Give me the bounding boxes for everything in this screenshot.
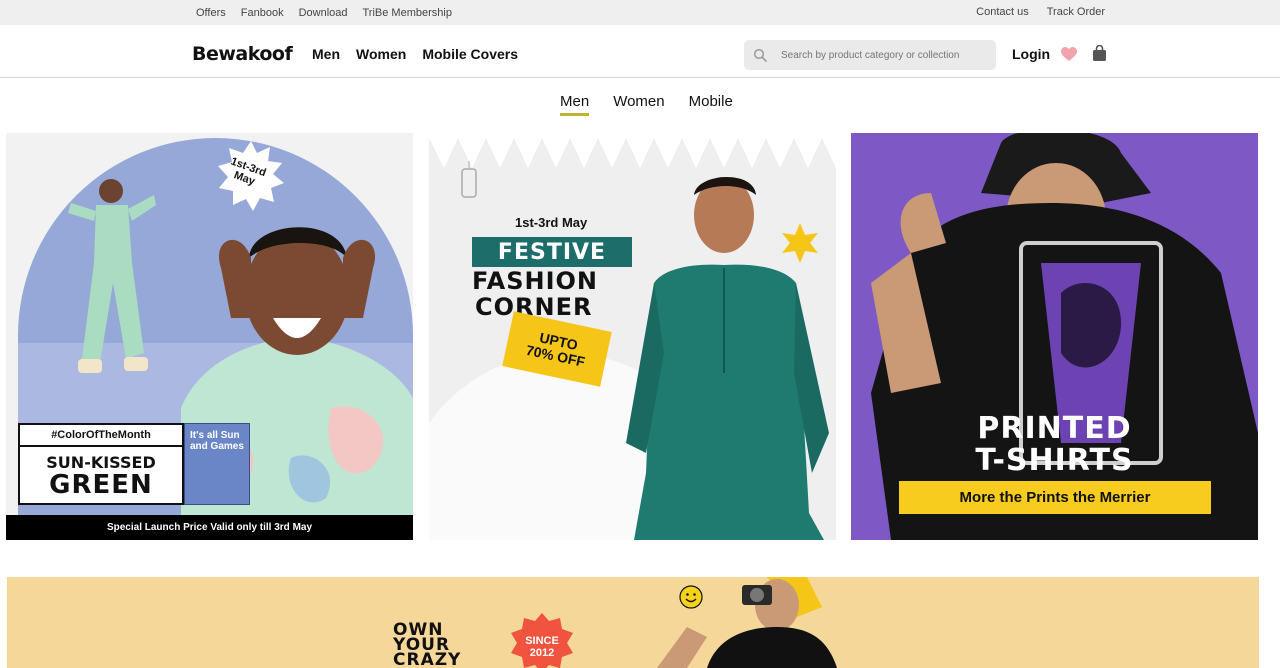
since-2012-badge: SINCE 2012 [517, 635, 567, 659]
title-line1: SUN-KISSED [46, 452, 156, 472]
contact-us-link[interactable]: Contact us [976, 6, 1029, 18]
top-left-links: Offers Fanbook Download TriBe Membership [196, 7, 452, 19]
banner-color-of-the-month[interactable]: 1st-3rd May #ColorOfTheMonth SUN-KISSED … [6, 133, 413, 540]
nav-men[interactable]: Men [312, 46, 340, 62]
search-icon [753, 48, 767, 62]
festive-title: FESTIVE [472, 237, 632, 267]
sun-and-games-box: It's all Sun and Games [184, 423, 250, 505]
login-button[interactable]: Login [1012, 46, 1050, 62]
lantern-icon [461, 161, 477, 198]
banner-festive-fashion-corner[interactable]: 1st-3rd May FESTIVE FASHION CORNER UPTO … [429, 133, 836, 540]
festive-date: 1st-3rd May [515, 215, 588, 230]
since-line2: 2012 [529, 647, 555, 659]
banner-printed-tshirts[interactable]: PRINTED T-SHIRTS More the Prints the Mer… [851, 133, 1258, 540]
tab-mobile[interactable]: Mobile [689, 93, 733, 113]
promo-line3: CRAZY [393, 650, 462, 668]
sun-kissed-green-title: SUN-KISSED GREEN [18, 445, 184, 505]
since-line1: SINCE [525, 635, 559, 647]
title-line2: GREEN [49, 469, 153, 500]
jumping-model-illustration [68, 179, 156, 373]
tab-men[interactable]: Men [560, 93, 590, 116]
wishlist-heart-icon[interactable] [1061, 47, 1077, 62]
scallop-border [429, 133, 836, 168]
top-right-links: Contact us Track Order [976, 6, 1105, 18]
shopping-bag-icon[interactable] [1092, 45, 1107, 61]
more-prints-subtitle: More the Prints the Merrier [899, 481, 1211, 514]
search-bar[interactable] [744, 40, 996, 70]
printed-title-line2: T-SHIRTS [975, 443, 1134, 478]
launch-price-strip: Special Launch Price Valid only till 3rd… [6, 515, 413, 540]
fanbook-link[interactable]: Fanbook [241, 7, 284, 19]
track-order-link[interactable]: Track Order [1047, 6, 1105, 18]
nav-mobile-covers[interactable]: Mobile Covers [422, 46, 518, 62]
color-of-month-hashtag: #ColorOfTheMonth [18, 423, 184, 447]
offers-link[interactable]: Offers [196, 7, 226, 19]
category-tabs: Men Women Mobile [551, 93, 733, 116]
camera-model-illustration [657, 577, 837, 668]
printed-title-line1: PRINTED [977, 411, 1132, 446]
top-utility-bar: Offers Fanbook Download TriBe Membership… [0, 0, 1280, 25]
own-your-crazy-promo[interactable]: OWN YOUR CRAZY SINCE 2012 [7, 577, 1259, 668]
kurta-model-illustration [626, 176, 829, 540]
smiley-icon [679, 585, 703, 609]
fashion-title: FASHION [472, 267, 599, 295]
own-your-crazy-title: OWN YOUR CRAZY [393, 622, 462, 668]
nav-women[interactable]: Women [356, 46, 406, 62]
main-header: Bewakoof Men Women Mobile Covers Login [0, 25, 1280, 78]
main-nav: Men Women Mobile Covers [312, 46, 518, 62]
printed-tshirts-title: PRINTED T-SHIRTS [851, 413, 1258, 477]
bewakoof-logo[interactable]: Bewakoof [192, 43, 293, 65]
printed-tshirt-model-illustration [871, 133, 1258, 540]
search-input[interactable] [781, 49, 981, 61]
tribe-membership-link[interactable]: TriBe Membership [363, 7, 452, 19]
tab-women[interactable]: Women [613, 93, 664, 113]
download-link[interactable]: Download [299, 7, 348, 19]
